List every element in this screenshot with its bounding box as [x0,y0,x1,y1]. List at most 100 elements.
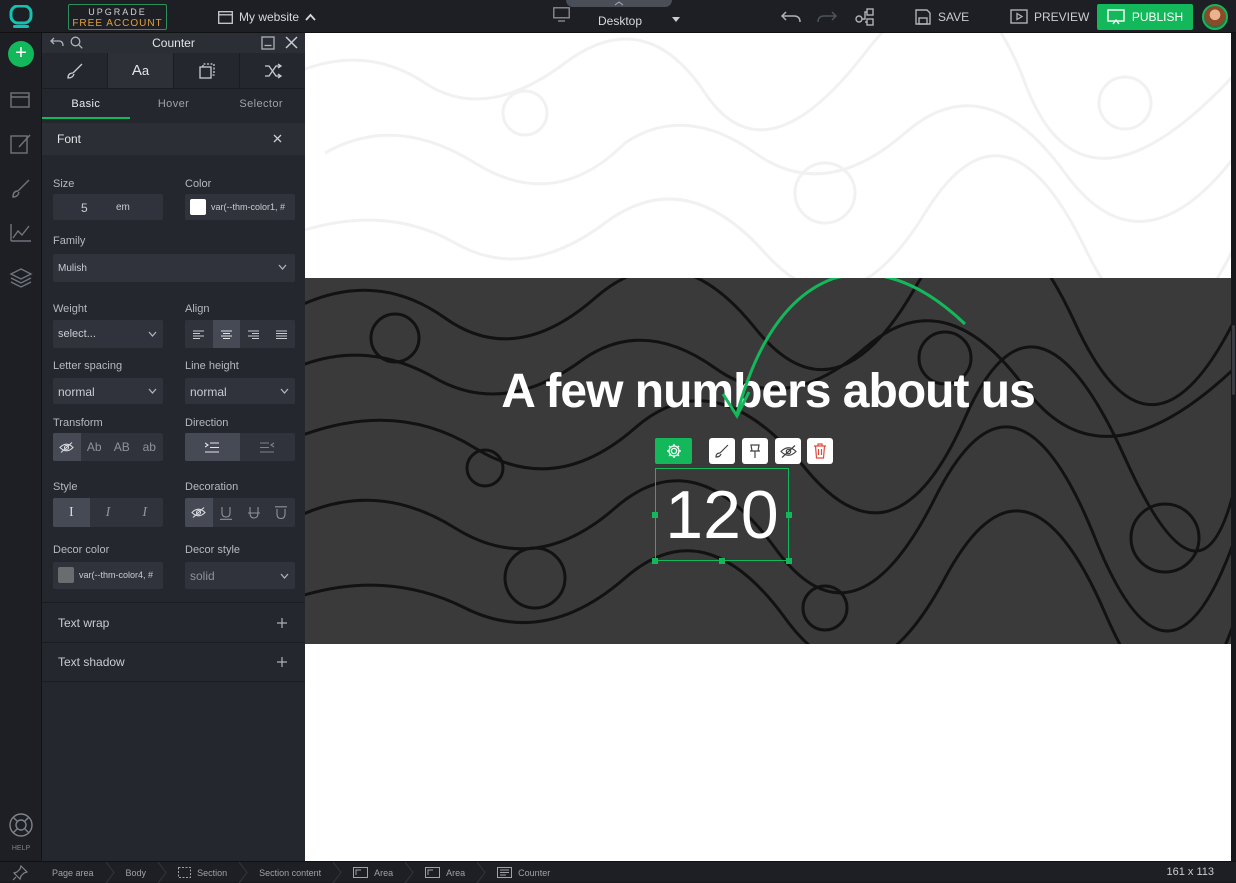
breadcrumb-section-content[interactable]: Section content [249,862,331,883]
tab-typography[interactable]: Aa [108,53,174,88]
align-left-button[interactable] [185,320,213,348]
pages-icon[interactable] [9,88,33,112]
design-brush-icon[interactable] [9,177,33,201]
decoration-overline-button[interactable] [268,498,296,527]
undo-button[interactable] [780,8,802,26]
minimize-icon[interactable] [261,36,275,50]
analytics-chart-icon[interactable] [9,221,33,245]
website-selector[interactable]: My website [218,8,316,26]
letter-spacing-select[interactable]: normal [53,378,163,404]
counter-element[interactable]: 120 [655,468,789,561]
line-height-select[interactable]: normal [185,378,295,404]
redo-button[interactable] [816,8,838,26]
style-italic-button[interactable]: I [90,498,127,527]
lifebuoy-help-icon[interactable] [8,812,34,838]
align-group [185,320,295,348]
upgrade-button[interactable]: UPGRADE FREE ACCOUNT [68,4,167,30]
text-wrap-accordion[interactable]: Text wrap [42,602,305,642]
caret-down-icon [672,17,680,22]
pin-toggle-icon[interactable] [12,865,28,881]
save-button[interactable]: SAVE [914,8,969,26]
upgrade-label: UPGRADE [88,7,147,17]
breadcrumb-body[interactable]: Body [116,862,157,883]
resize-handle-bottom[interactable] [719,558,725,564]
close-section-icon[interactable] [273,134,282,143]
tab-layout[interactable] [174,53,240,88]
element-settings-button[interactable] [655,438,692,464]
add-element-button[interactable]: + [8,41,34,67]
family-select[interactable]: Mulish [53,254,295,282]
breadcrumb-area-2[interactable]: Area [415,862,475,883]
style-oblique-button[interactable]: I [126,498,163,527]
close-panel-icon[interactable] [285,36,298,49]
stats-section[interactable]: A few numbers about us 120 [305,278,1231,644]
brush-icon [714,443,730,459]
align-center-button[interactable] [212,320,240,348]
transform-none-button[interactable] [53,433,81,461]
breadcrumb-area[interactable]: Area [343,862,403,883]
align-right-button[interactable] [240,320,268,348]
user-avatar[interactable] [1202,4,1228,30]
decoration-underline-button[interactable] [213,498,241,527]
text-shadow-accordion[interactable]: Text shadow [42,642,305,682]
breadcrumb-counter[interactable]: Counter [487,862,560,883]
element-pin-button[interactable] [742,438,768,464]
resize-handle-right[interactable] [786,512,792,518]
decoration-linethrough-button[interactable] [240,498,268,527]
tab-interactions[interactable] [240,53,305,88]
decor-color-input[interactable]: var(--thm-color4, # [53,562,163,589]
breadcrumb-label: Body [125,867,147,878]
layers-stack-icon[interactable] [9,266,33,290]
subtab-basic[interactable]: Basic [42,91,130,119]
decoration-group [185,498,295,527]
element-hide-button[interactable] [775,438,801,464]
element-delete-button[interactable] [807,438,833,464]
font-section-header[interactable]: Font [42,123,305,155]
style-normal-button[interactable]: I [53,498,90,527]
gear-icon [666,443,682,459]
pin-icon [747,443,763,459]
chevron-down-icon [280,573,289,579]
decor-color-swatch[interactable] [58,567,74,583]
free-account-label: FREE ACCOUNT [72,18,163,29]
resize-handle-bottom-right[interactable] [786,558,792,564]
size-input[interactable]: 5 em [53,194,163,220]
app-logo-icon[interactable] [8,5,34,29]
weight-select[interactable]: select... [53,320,163,348]
tab-design[interactable] [42,53,108,88]
decoration-none-button[interactable] [185,498,213,527]
publish-button[interactable]: PUBLISH [1097,4,1193,30]
direction-ltr-button[interactable] [185,433,240,461]
transform-lowercase-button[interactable]: ab [136,433,164,461]
subtab-selector[interactable]: Selector [217,91,305,119]
transform-uppercase-button[interactable]: AB [108,433,136,461]
breadcrumb-section[interactable]: Section [168,862,237,883]
color-input[interactable]: var(--thm-color1, # [185,194,295,220]
chevron-right-icon [332,862,342,883]
color-swatch[interactable] [190,199,206,215]
breadcrumb: Page area Body Section Section content A… [42,862,560,883]
breadcrumb-label: Counter [518,867,551,878]
direction-rtl-button[interactable] [240,433,295,461]
overline-icon [274,505,288,520]
align-justify-button[interactable] [268,320,296,348]
sitemap-button[interactable] [854,8,876,26]
transform-capitalize-button[interactable]: Ab [81,433,109,461]
editor-canvas[interactable]: A few numbers about us 120 [305,33,1231,861]
scrollbar-thumb[interactable] [1232,325,1235,395]
resize-handle-left[interactable] [652,512,658,518]
canvas-scrollbar[interactable] [1231,33,1236,861]
resize-handle-bottom-left[interactable] [652,558,658,564]
subtab-hover[interactable]: Hover [130,91,218,119]
shuffle-icon [264,62,282,79]
decor-style-select[interactable]: solid [185,562,295,589]
breadcrumb-page-area[interactable]: Page area [42,862,104,883]
edit-content-icon[interactable] [9,132,33,156]
decoration-label: Decoration [185,481,239,493]
chevron-down-icon [280,388,289,394]
style-group: I I I [53,498,163,527]
element-style-button[interactable] [709,438,735,464]
device-selector[interactable]: Desktop [552,4,692,30]
left-rail [0,33,42,861]
preview-button[interactable]: PREVIEW [1010,8,1089,26]
